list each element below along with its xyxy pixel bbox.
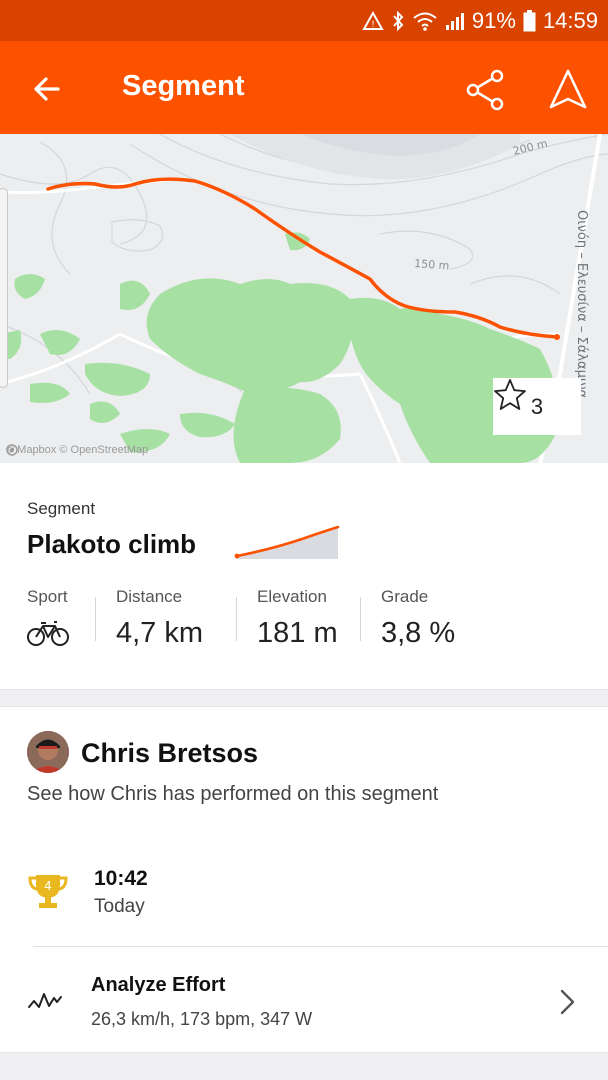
segment-label: Segment bbox=[27, 499, 96, 518]
athlete-effort-card: Chris Bretsos See how Chris has performe… bbox=[0, 707, 608, 1052]
status-bar: ! 91% 14:59 bbox=[0, 0, 608, 41]
clock: 14:59 bbox=[542, 7, 598, 33]
chevron-right-icon bbox=[556, 987, 578, 1022]
star-count: 3 bbox=[530, 393, 544, 419]
stat-divider bbox=[236, 597, 237, 641]
app-bar: Segment bbox=[0, 41, 608, 134]
page-title: Segment bbox=[122, 70, 245, 102]
section-gap bbox=[0, 689, 608, 707]
navigation-icon bbox=[549, 69, 587, 109]
segment-info-card: Segment Plakoto climb Sport Distance 4,7… bbox=[0, 463, 608, 689]
analyze-icon bbox=[27, 989, 63, 1016]
drawer-handle[interactable] bbox=[0, 188, 8, 388]
signal-icon bbox=[445, 11, 465, 31]
alert-icon: ! bbox=[362, 10, 384, 31]
share-icon bbox=[466, 69, 504, 111]
map-attribution[interactable]: © Mapbox © OpenStreetMap bbox=[6, 444, 148, 456]
elevation-profile-icon bbox=[234, 525, 340, 559]
stat-sport: Sport bbox=[27, 587, 69, 652]
road-label: Οινόη – Ελευσίνα – Σάλαμινα bbox=[574, 210, 589, 398]
arrow-left-icon bbox=[34, 77, 60, 101]
star-segment-button[interactable]: 3 bbox=[493, 378, 581, 435]
athlete-name[interactable]: Chris Bretsos bbox=[81, 738, 258, 769]
analyze-effort-row[interactable]: Analyze Effort 26,3 km/h, 173 bpm, 347 W bbox=[0, 947, 608, 1051]
stat-divider bbox=[95, 597, 96, 641]
effort-time: 10:42 bbox=[94, 867, 148, 890]
stat-grade-value: 3,8 % bbox=[381, 617, 456, 649]
segment-name: Plakoto climb bbox=[27, 529, 197, 559]
stat-distance-label: Distance bbox=[116, 587, 183, 606]
wifi-icon bbox=[412, 11, 438, 31]
mapbox-logo-icon bbox=[6, 444, 18, 456]
stat-elevation-value: 181 m bbox=[257, 617, 338, 649]
stat-elevation: Elevation 181 m bbox=[257, 587, 338, 650]
attribution-text: © Mapbox © OpenStreetMap bbox=[6, 444, 149, 456]
battery-percent: 91% bbox=[471, 7, 516, 33]
athlete-subtitle: See how Chris has performed on this segm… bbox=[27, 783, 439, 805]
section-gap bbox=[0, 1052, 608, 1080]
effort-date: Today bbox=[94, 896, 145, 917]
avatar[interactable] bbox=[27, 731, 69, 773]
back-button[interactable] bbox=[26, 68, 68, 110]
stat-sport-label: Sport bbox=[27, 587, 68, 606]
bike-icon bbox=[27, 619, 69, 652]
trophy-rank: 4 bbox=[44, 879, 52, 893]
stat-grade: Grade 3,8 % bbox=[381, 587, 455, 650]
trophy-icon: 4 bbox=[28, 872, 68, 915]
contour-label-150: 150 m bbox=[414, 257, 450, 272]
segment-map[interactable]: 200 m 150 m Οινόη – Ελευσίνα – Σάλαμινα … bbox=[0, 134, 608, 463]
stat-distance-value: 4,7 km bbox=[116, 617, 204, 649]
analyze-subtitle: 26,3 km/h, 173 bpm, 347 W bbox=[91, 1009, 313, 1029]
analyze-title: Analyze Effort bbox=[91, 974, 226, 996]
stat-distance: Distance 4,7 km bbox=[116, 587, 203, 650]
svg-text:!: ! bbox=[371, 20, 375, 30]
stat-divider bbox=[360, 597, 361, 641]
share-button[interactable] bbox=[463, 67, 509, 113]
battery-icon bbox=[523, 9, 536, 32]
navigate-button[interactable] bbox=[545, 67, 591, 113]
stat-grade-label: Grade bbox=[381, 587, 429, 606]
stat-elevation-label: Elevation bbox=[257, 587, 327, 606]
bluetooth-icon bbox=[391, 10, 405, 32]
star-icon bbox=[494, 379, 526, 410]
